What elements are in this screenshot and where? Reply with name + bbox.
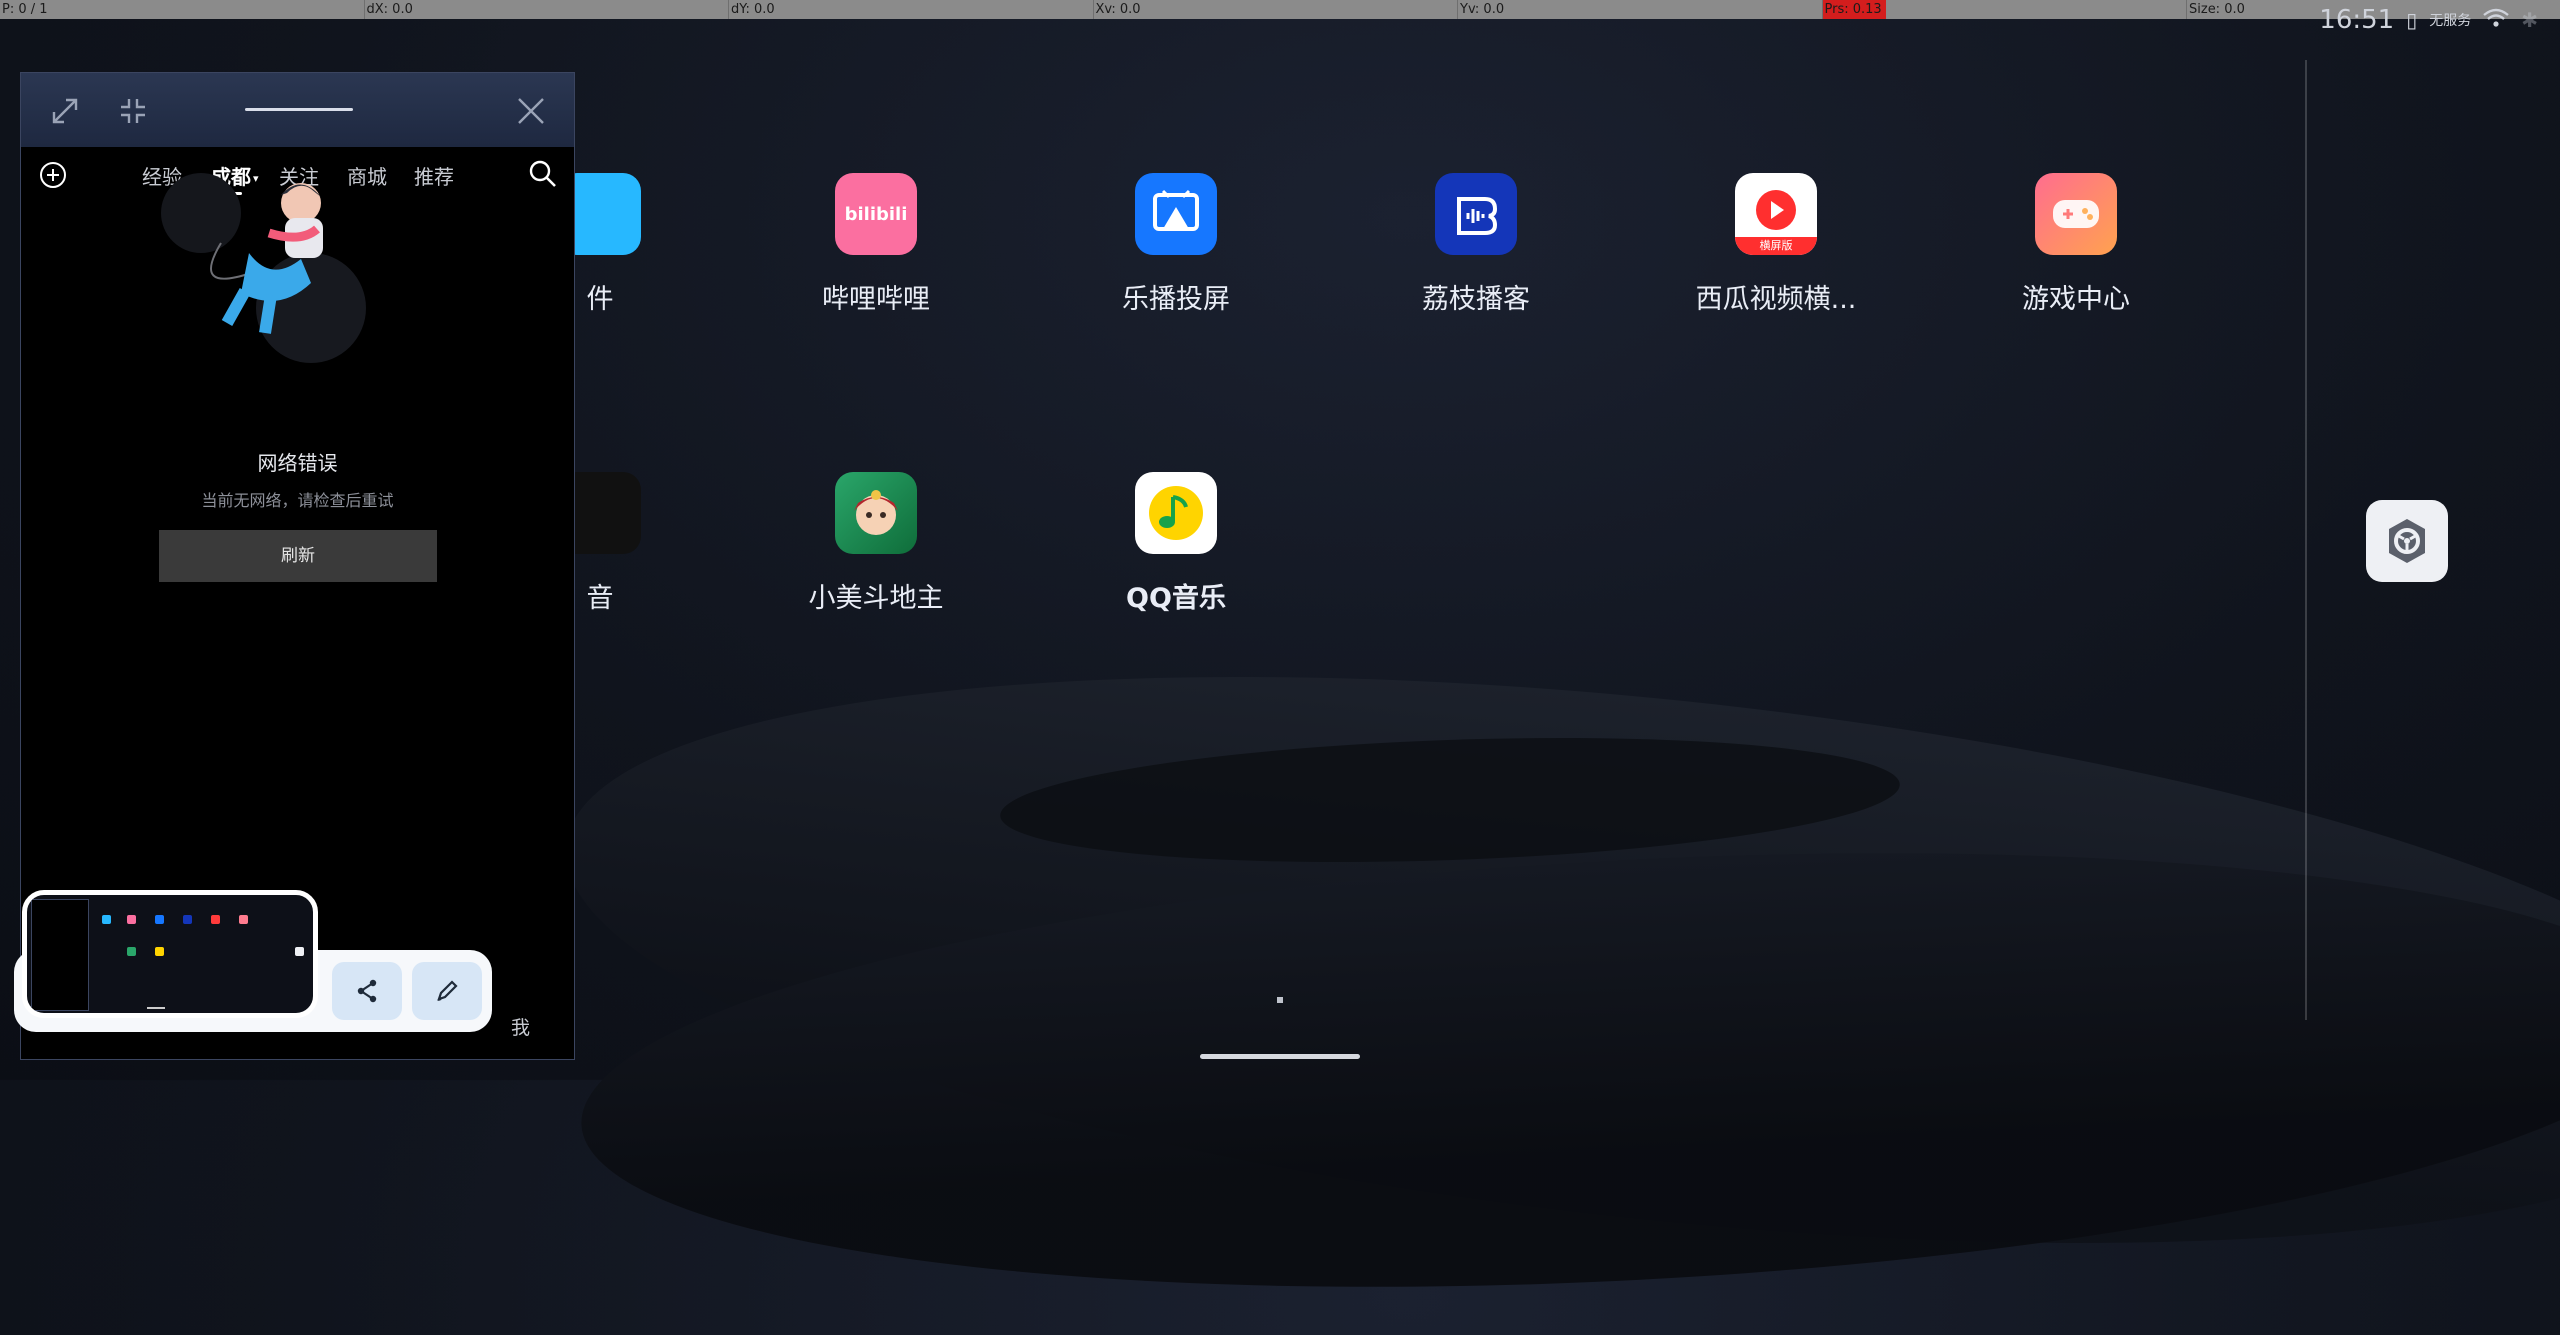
pointer-count: P: 0 / 1 [0,0,365,19]
pointer-dy: dY: 0.0 [729,0,1094,19]
close-icon [518,98,544,124]
xigua-badge: 横屏版 [1735,237,1817,255]
thumbnail-home-bar [147,1007,165,1009]
app-lizhi[interactable]: 荔枝播客 [1366,173,1586,316]
xigua-icon: 横屏版 [1735,173,1817,255]
thumbnail-app [155,947,164,956]
carrier-label: 无服务 [2429,13,2472,29]
page-indicator [1277,997,1283,1003]
pointer-location-bar: P: 0 / 1 dX: 0.0 dY: 0.0 Xv: 0.0 Yv: 0.0… [0,0,2560,19]
pointer-pressure: Prs: 0.13 [1822,0,2187,19]
app-label: 荔枝播客 [1422,284,1530,315]
doudizhu-icon [835,472,917,554]
error-title: 网络错误 [257,451,338,475]
sim-icon: ▯ [2406,8,2418,32]
status-bar: 16:51 ▯ 无服务 ✱ [2319,0,2560,40]
qq-music-icon [1135,472,1217,554]
app-lebo[interactable]: 乐播投屏 [1066,173,1286,316]
screenshot-thumbnail[interactable] [22,890,318,1018]
thumbnail-app [127,915,136,924]
share-button[interactable] [332,962,402,1020]
app-qq-music[interactable]: QQ音乐 [1066,472,1286,615]
lizhi-icon [1435,173,1517,255]
share-icon [357,979,377,1003]
app-label: 哔哩哔哩 [822,284,930,315]
bluetooth-icon: ✱ [2521,8,2538,32]
thumbnail-app [127,947,136,956]
bilibili-icon: bilibili [835,173,917,255]
app-label: QQ音乐 [1126,583,1226,614]
search-icon[interactable] [528,159,558,189]
bottom-tab-me[interactable]: 我 [511,1013,530,1040]
pointer-xv: Xv: 0.0 [1094,0,1458,19]
thumbnail-window [31,899,89,1011]
clock: 16:51 [2319,5,2395,35]
app-bilibili[interactable]: bilibili 哔哩哔哩 [766,173,986,316]
wallpaper-divider [2305,60,2307,1020]
app-label: 乐播投屏 [1122,284,1230,315]
home-gesture-bar[interactable] [1200,1054,1360,1059]
thumbnail-app [102,915,111,924]
app-label: 西瓜视频横... [1695,284,1857,315]
app-game-center[interactable]: 游戏中心 [1966,173,2186,316]
expand-icon [52,98,78,124]
thumbnail-app [155,915,164,924]
thumbnail-app [183,915,192,924]
error-subtitle: 当前无网络，请检查后重试 [201,491,394,510]
floating-settings-button[interactable] [2366,500,2448,582]
game-center-icon [2035,173,2117,255]
thumbnail-app [239,915,248,924]
close-window-button[interactable] [511,91,551,131]
refresh-button[interactable]: 刷新 [159,530,437,582]
drag-handle[interactable] [245,108,353,111]
app-label: 游戏中心 [2022,284,2130,315]
thumbnail-app [295,947,304,956]
add-icon[interactable] [39,161,67,189]
minimize-button[interactable] [113,91,153,131]
edit-button[interactable] [412,962,482,1020]
app-label: 小美斗地主 [808,583,944,614]
bilibili-logo-text: bilibili [844,203,908,225]
maximize-button[interactable] [45,91,85,131]
pointer-dx: dX: 0.0 [365,0,729,19]
pencil-icon [437,980,458,1002]
pointer-yv: Yv: 0.0 [1458,0,1823,19]
window-title-bar[interactable] [21,73,574,147]
app-xigua[interactable]: 横屏版 西瓜视频横... [1666,173,1886,316]
shrink-icon [121,99,145,123]
network-error-illustration [161,173,366,363]
thumbnail-app [211,915,220,924]
settings-icon [2389,519,2425,563]
wifi-icon [2483,8,2510,32]
lebo-icon [1135,173,1217,255]
app-doudizhu[interactable]: 小美斗地主 [766,472,986,615]
